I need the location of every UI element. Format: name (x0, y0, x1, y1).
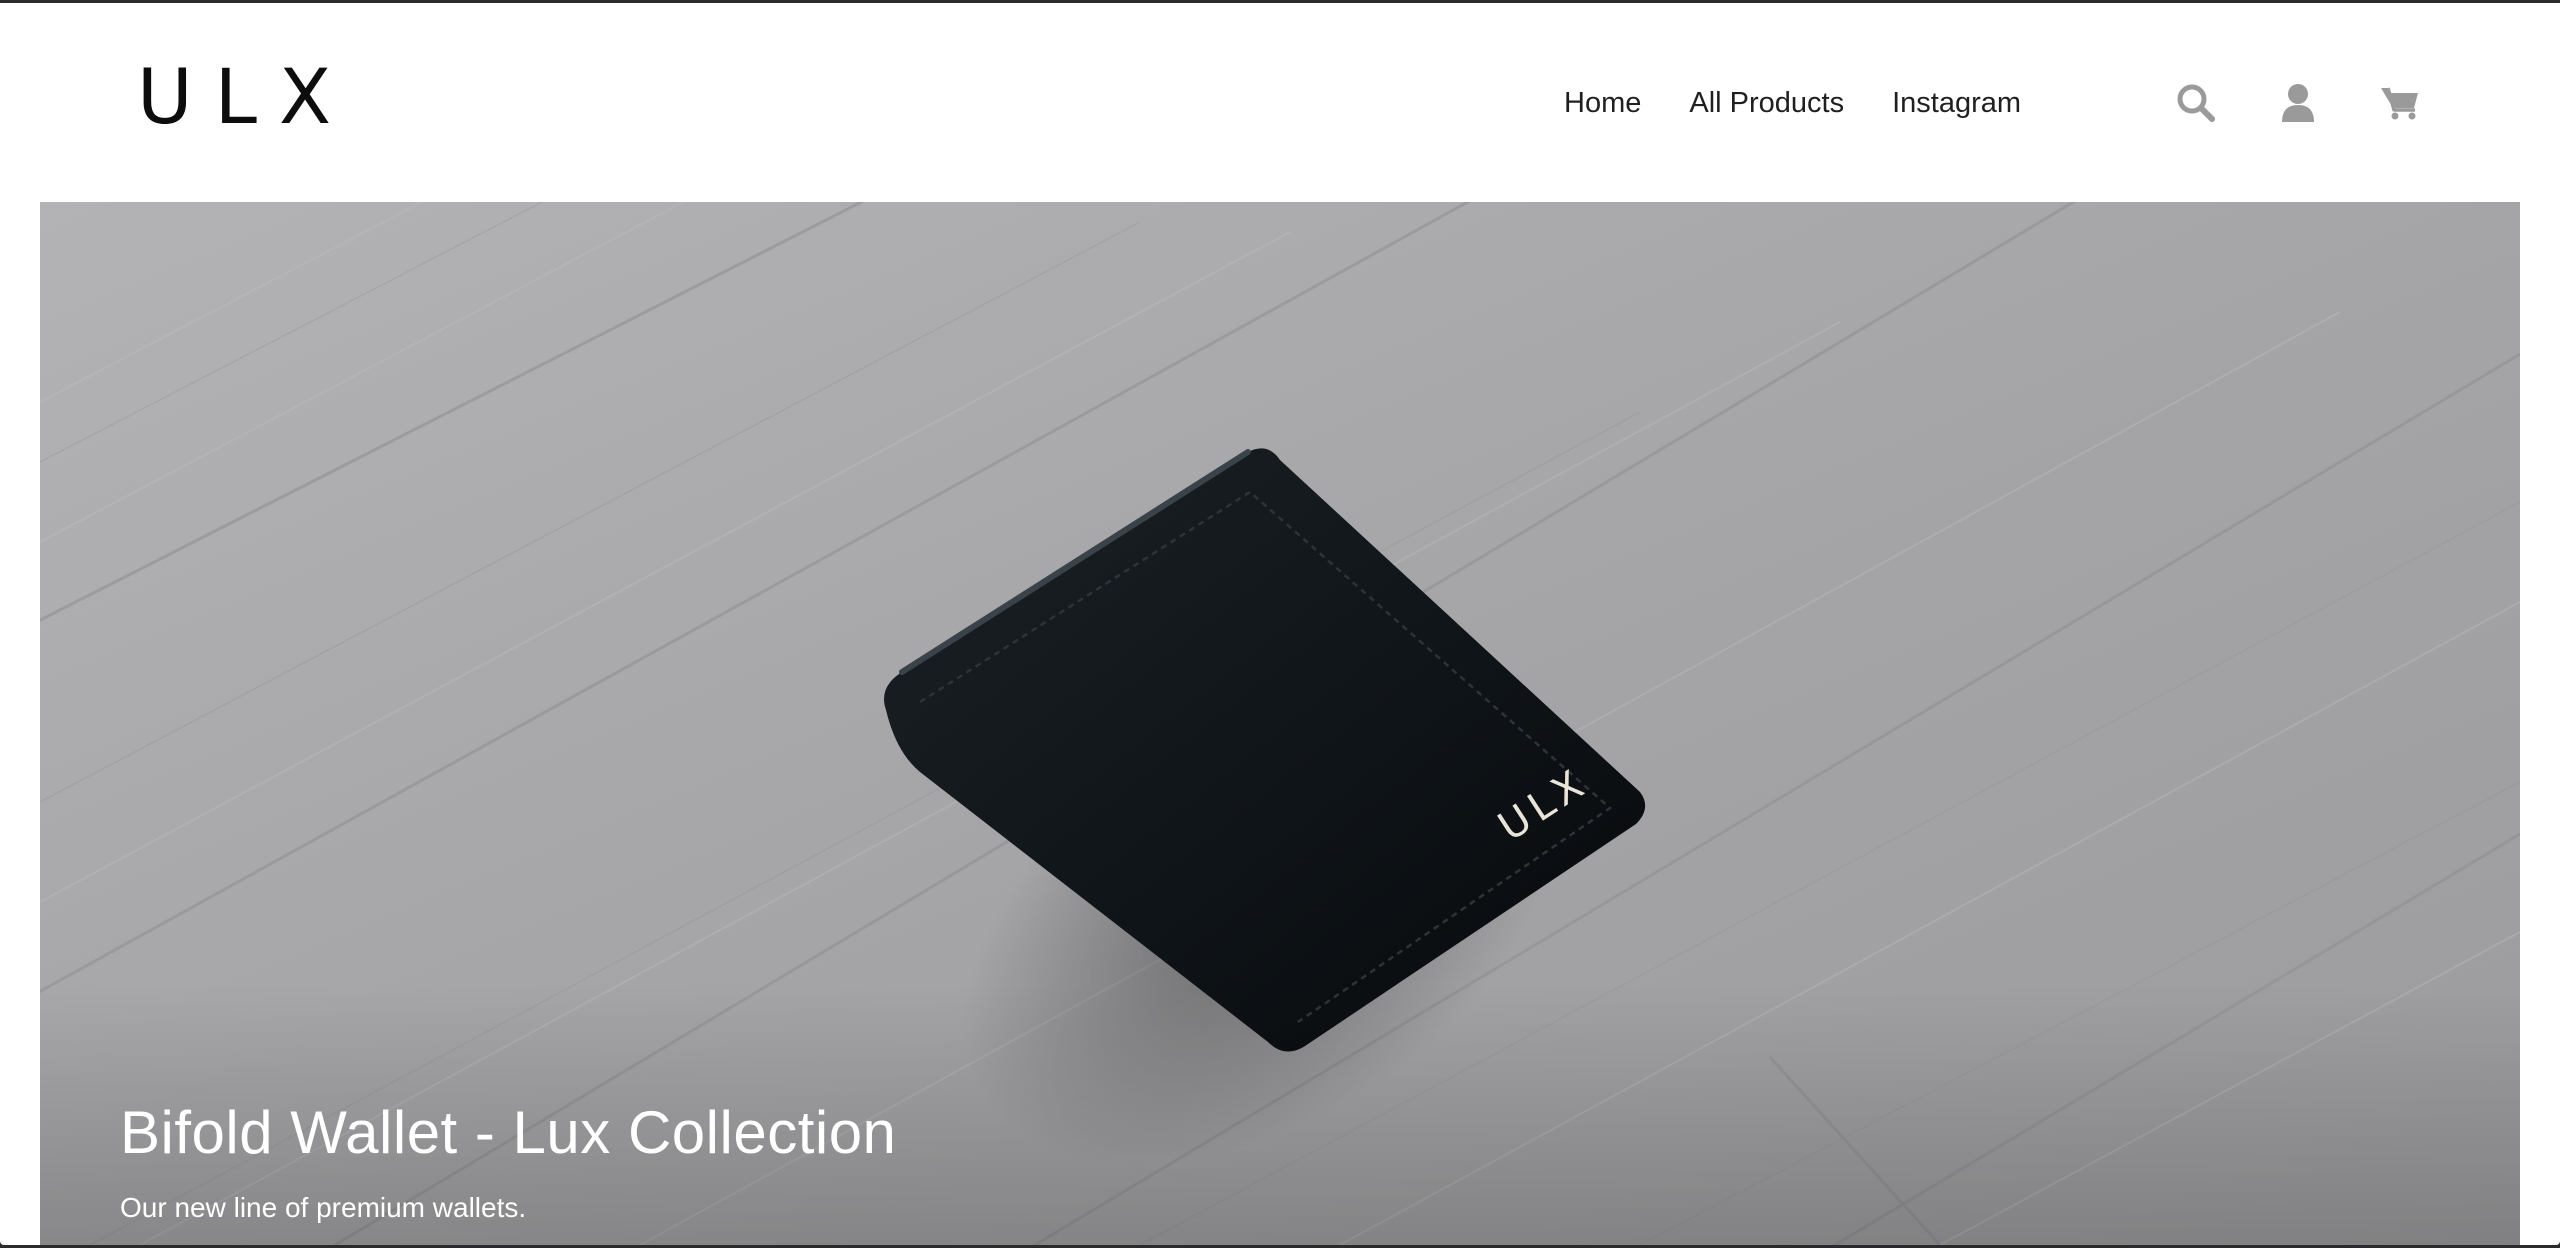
user-icon (2282, 84, 2314, 122)
hero-image: ULX (40, 202, 2520, 1245)
nav-link-instagram[interactable]: Instagram (1892, 83, 2021, 123)
nav-link-all-products[interactable]: All Products (1689, 83, 1844, 123)
hero-title: Bifold Wallet - Lux Collection (120, 1099, 897, 1167)
search-icon (2177, 84, 2215, 122)
account-button[interactable] (2274, 79, 2322, 127)
site-header: ULX Home All Products Instagram (0, 3, 2560, 202)
cart-icon (2381, 87, 2418, 120)
cart-button[interactable] (2376, 79, 2424, 127)
hero-subtitle: Our new line of premium wallets. (120, 1192, 527, 1223)
hero-banner[interactable]: ULX Bifold Wallet - Lux Collection Our n… (40, 202, 2520, 1245)
search-button[interactable] (2172, 79, 2220, 127)
page: ULX Home All Products Instagram ULX Bifo… (0, 3, 2560, 1245)
brand-logo[interactable]: ULX (137, 59, 353, 135)
header-icons (2172, 79, 2424, 127)
nav-link-home[interactable]: Home (1564, 83, 1641, 123)
main-nav: Home All Products Instagram (1564, 83, 2069, 123)
